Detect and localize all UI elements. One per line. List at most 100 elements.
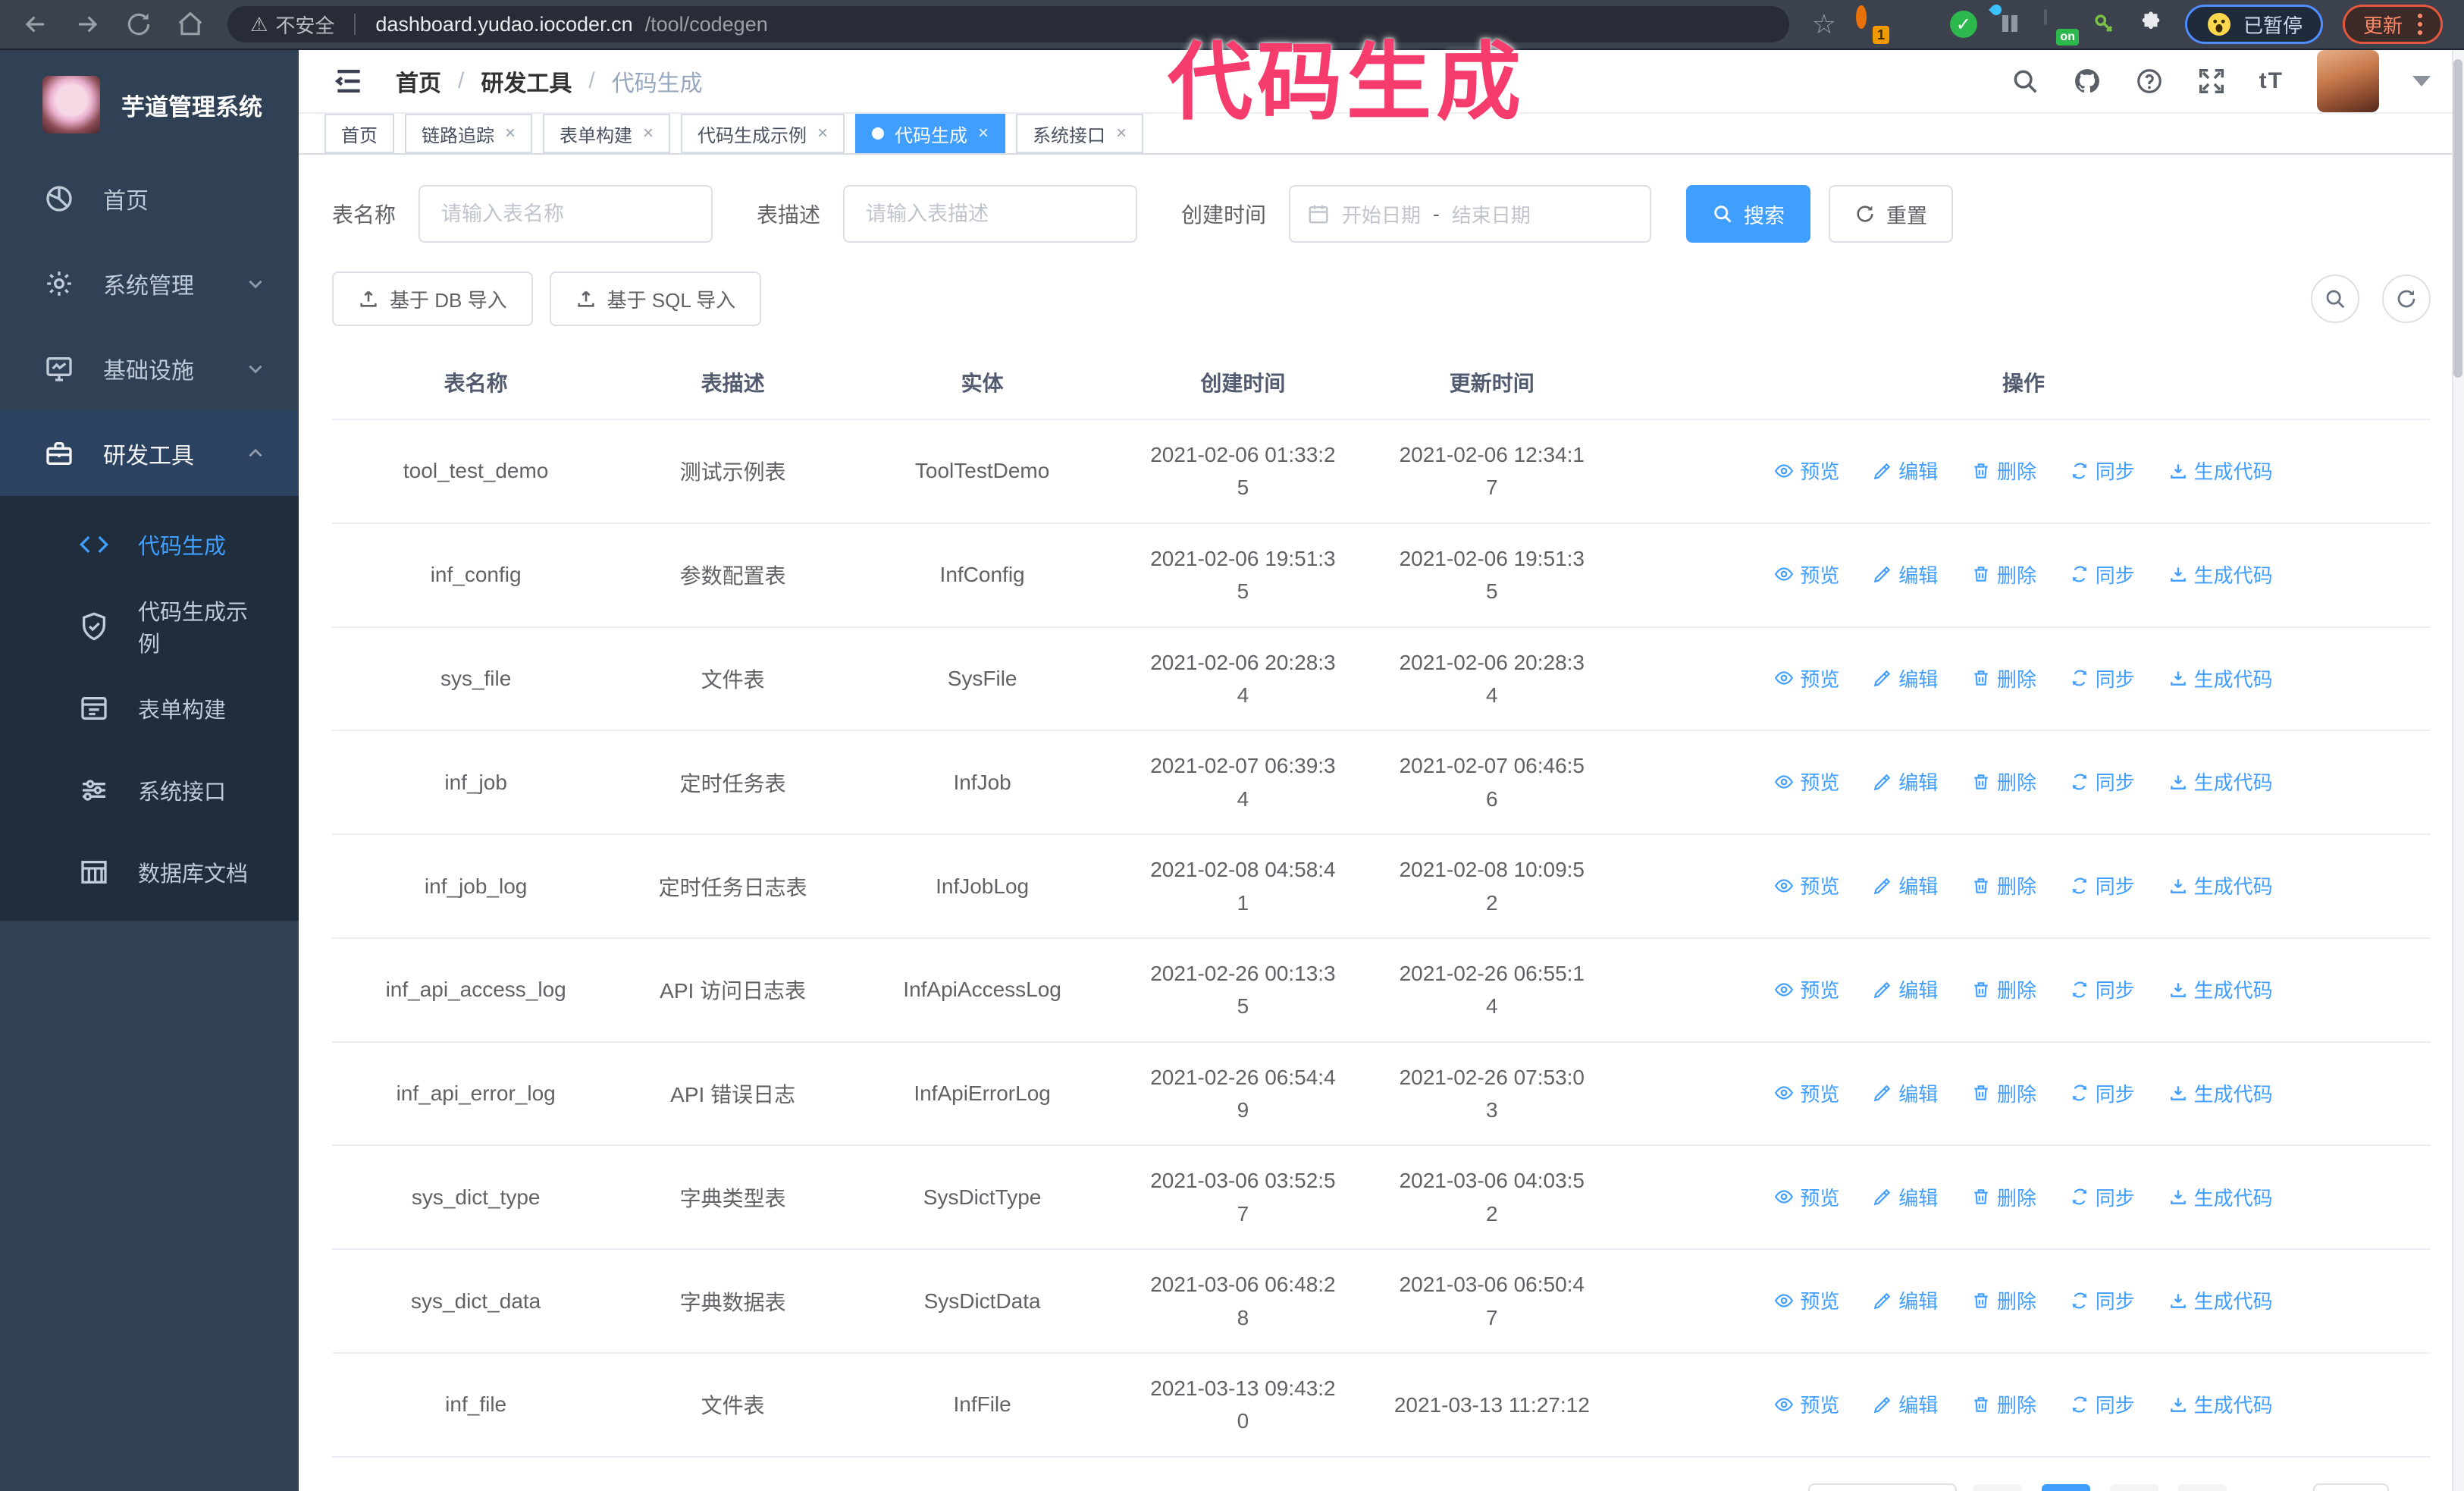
edit-link[interactable]: 编辑 [1873, 560, 1938, 589]
sidebar-item-dev-tools[interactable]: 研发工具 [0, 411, 299, 496]
table-row[interactable]: inf_api_access_log API 访问日志表 InfApiAcces… [332, 937, 2431, 1043]
github-icon[interactable] [2073, 67, 2102, 96]
delete-link[interactable]: 删除 [1971, 871, 2036, 899]
delete-link[interactable]: 删除 [1971, 975, 2036, 1003]
preview-link[interactable]: 预览 [1774, 457, 1839, 485]
sync-link[interactable]: 同步 [2070, 664, 2135, 692]
table-desc-input[interactable] [843, 185, 1138, 243]
sidebar-logo-row[interactable]: 芋道管理系统 [0, 50, 299, 156]
delete-link[interactable]: 删除 [1971, 1286, 2036, 1314]
search-button[interactable]: 搜索 [1686, 185, 1811, 243]
preview-link[interactable]: 预览 [1774, 560, 1839, 589]
font-size-icon[interactable]: tT [2259, 68, 2284, 94]
edit-link[interactable]: 编辑 [1873, 664, 1938, 692]
sync-link[interactable]: 同步 [2070, 975, 2135, 1003]
extension-key-icon[interactable] [2091, 11, 2118, 38]
db-import-button[interactable]: 基于 DB 导入 [332, 272, 533, 326]
collapse-sidebar-icon[interactable] [332, 64, 365, 98]
sync-link[interactable]: 同步 [2070, 1079, 2135, 1107]
preview-link[interactable]: 预览 [1774, 975, 1839, 1003]
edit-link[interactable]: 编辑 [1873, 767, 1938, 796]
reload-icon[interactable] [124, 10, 153, 39]
update-button[interactable]: 更新 [2342, 5, 2443, 44]
sync-link[interactable]: 同步 [2070, 767, 2135, 796]
prev-page-button[interactable]: ‹ [1973, 1483, 2022, 1491]
sidebar-item-infrastructure[interactable]: 基础设施 [0, 326, 299, 411]
scrollbar-thumb[interactable] [2453, 59, 2462, 378]
extensions-puzzle-icon[interactable] [2138, 11, 2165, 38]
bookmark-star-icon[interactable]: ☆ [1812, 11, 1836, 38]
home-icon[interactable] [176, 10, 205, 39]
tag-system-api[interactable]: 系统接口 × [1016, 114, 1144, 153]
close-icon[interactable]: × [817, 123, 828, 144]
table-row[interactable]: inf_config 参数配置表 InfConfig 2021-02-06 19… [332, 523, 2431, 628]
breadcrumb-home[interactable]: 首页 [396, 64, 441, 98]
extension-gem-icon[interactable] [1903, 11, 1930, 38]
edit-link[interactable]: 编辑 [1873, 1079, 1938, 1107]
forward-icon[interactable] [73, 10, 102, 39]
edit-link[interactable]: 编辑 [1873, 1390, 1938, 1418]
preview-link[interactable]: 预览 [1774, 1079, 1839, 1107]
sync-link[interactable]: 同步 [2070, 871, 2135, 899]
page-size-select[interactable]: 10条/页 [1808, 1483, 1957, 1491]
preview-link[interactable]: 预览 [1774, 767, 1839, 796]
tag-form-builder[interactable]: 表单构建 × [543, 114, 671, 153]
submenu-item-form-builder[interactable]: 表单构建 [0, 667, 299, 749]
delete-link[interactable]: 删除 [1971, 1079, 2036, 1107]
profile-paused-chip[interactable]: 已暂停 [2184, 5, 2323, 44]
tag-codegen-example[interactable]: 代码生成示例 × [681, 114, 845, 153]
submenu-item-database-doc[interactable]: 数据库文档 [0, 831, 299, 913]
sidebar-item-home[interactable]: 首页 [0, 156, 299, 241]
delete-link[interactable]: 删除 [1971, 457, 2036, 485]
edit-link[interactable]: 编辑 [1873, 871, 1938, 899]
toggle-search-button[interactable] [2311, 275, 2359, 323]
back-icon[interactable] [21, 10, 50, 39]
table-row[interactable]: inf_file 文件表 InfFile 2021-03-13 09:43:20… [332, 1353, 2431, 1458]
extension-columns-icon[interactable] [1989, 2, 2024, 38]
table-row[interactable]: inf_job_log 定时任务日志表 InfJobLog 2021-02-08… [332, 834, 2431, 939]
sidebar-item-system-management[interactable]: 系统管理 [0, 241, 299, 326]
chrome-menu-icon[interactable] [2418, 14, 2422, 35]
refresh-table-button[interactable] [2382, 275, 2431, 323]
search-icon[interactable] [2011, 67, 2039, 96]
generate-code-link[interactable]: 生成代码 [2168, 1286, 2273, 1314]
preview-link[interactable]: 预览 [1774, 1390, 1839, 1418]
edit-link[interactable]: 编辑 [1873, 1183, 1938, 1211]
generate-code-link[interactable]: 生成代码 [2168, 1079, 2273, 1107]
edit-link[interactable]: 编辑 [1873, 457, 1938, 485]
avatar[interactable] [2317, 50, 2379, 112]
sync-link[interactable]: 同步 [2070, 1183, 2135, 1211]
avatar-caret-icon[interactable] [2412, 76, 2431, 86]
generate-code-link[interactable]: 生成代码 [2168, 560, 2273, 589]
tag-trace[interactable]: 链路追踪 × [405, 114, 533, 153]
page-scrollbar[interactable] [2452, 50, 2464, 1491]
close-icon[interactable]: × [505, 123, 516, 144]
submenu-item-system-api[interactable]: 系统接口 [0, 749, 299, 831]
close-icon[interactable]: × [1116, 123, 1127, 144]
extension-orange-icon[interactable]: 1 [1855, 5, 1889, 44]
preview-link[interactable]: 预览 [1774, 664, 1839, 692]
sql-import-button[interactable]: 基于 SQL 导入 [549, 272, 762, 326]
table-row[interactable]: inf_api_error_log API 错误日志 InfApiErrorLo… [332, 1041, 2431, 1147]
table-row[interactable]: sys_dict_type 字典类型表 SysDictType 2021-03-… [332, 1145, 2431, 1251]
preview-link[interactable]: 预览 [1774, 871, 1839, 899]
edit-link[interactable]: 编辑 [1873, 1286, 1938, 1314]
sync-link[interactable]: 同步 [2070, 1286, 2135, 1314]
close-icon[interactable]: × [978, 123, 989, 144]
help-icon[interactable] [2135, 67, 2164, 96]
delete-link[interactable]: 删除 [1971, 1390, 2036, 1418]
tag-codegen[interactable]: 代码生成 × [855, 114, 1006, 153]
page-button-1[interactable]: 1 [2042, 1483, 2090, 1491]
table-row[interactable]: inf_job 定时任务表 InfJob 2021-02-07 06:39:34… [332, 730, 2431, 836]
sync-link[interactable]: 同步 [2070, 1390, 2135, 1418]
generate-code-link[interactable]: 生成代码 [2168, 1390, 2273, 1418]
sync-link[interactable]: 同步 [2070, 457, 2135, 485]
goto-page-input[interactable] [2313, 1483, 2389, 1491]
tag-home[interactable]: 首页 [324, 114, 394, 153]
generate-code-link[interactable]: 生成代码 [2168, 664, 2273, 692]
sync-link[interactable]: 同步 [2070, 560, 2135, 589]
delete-link[interactable]: 删除 [1971, 664, 2036, 692]
fullscreen-icon[interactable] [2197, 67, 2226, 96]
date-range-picker[interactable]: 开始日期 - 结束日期 [1289, 185, 1652, 243]
submenu-item-codegen[interactable]: 代码生成 [0, 504, 299, 585]
